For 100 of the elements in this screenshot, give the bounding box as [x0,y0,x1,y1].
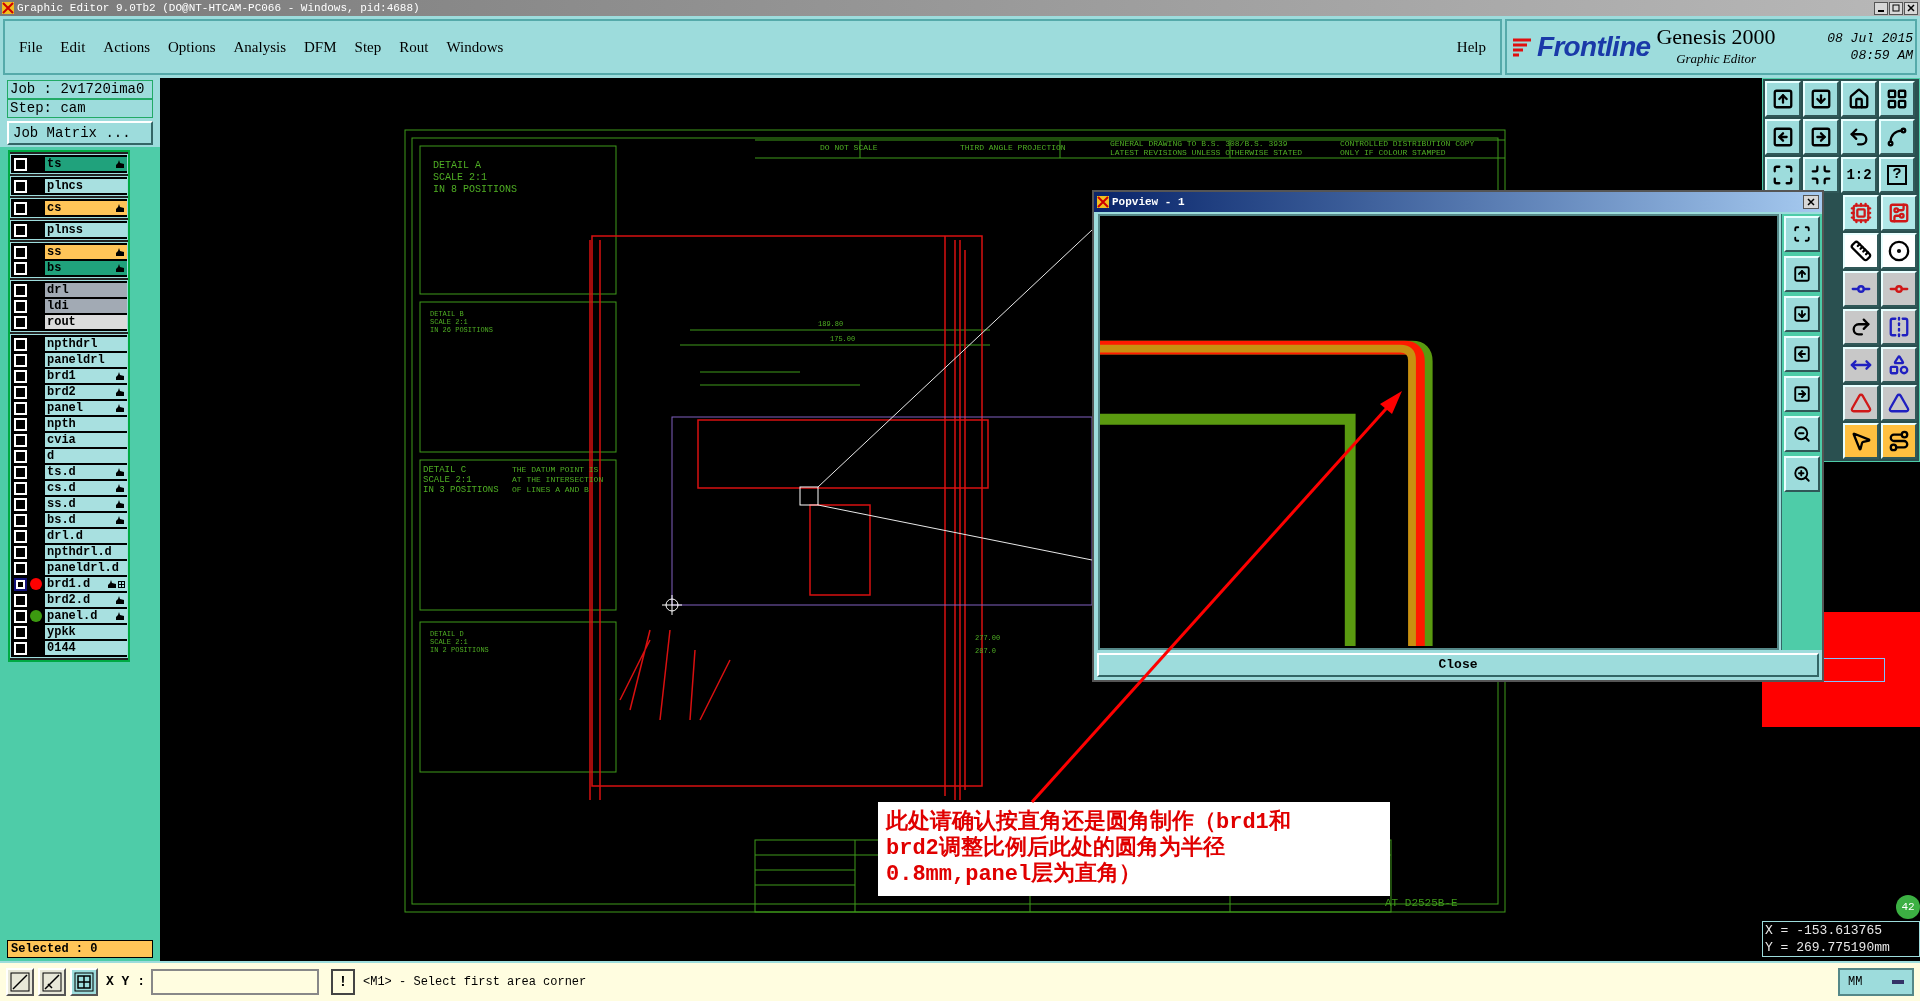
toolbar-button[interactable] [1843,195,1879,231]
menu-item[interactable]: Windows [446,35,504,59]
box-left-icon [1793,345,1811,363]
toolbar-button[interactable] [1843,233,1879,269]
layer-name[interactable]: paneldrl [45,353,127,367]
layer-name[interactable]: ldi [45,299,127,313]
menu-item[interactable]: Analysis [233,35,287,59]
toolbar-button[interactable] [1881,195,1917,231]
layer-name[interactable]: ts [45,157,127,171]
view-button[interactable] [1784,296,1820,332]
layer-name[interactable]: npth [45,417,127,431]
layer-name[interactable]: panel [45,401,127,415]
menu-item[interactable]: Actions [103,35,150,59]
dropdown-icon [1892,979,1904,985]
alert-button[interactable]: ! [331,969,355,995]
toolbar-button[interactable]: ? [1879,157,1915,193]
toolbar-button[interactable] [1881,347,1917,383]
layer-name[interactable]: paneldrl.d [45,561,127,575]
toolbar-button[interactable] [1843,385,1879,421]
layer-name[interactable]: panel.d [45,609,127,623]
drawing-label: SCALE 2:1 [433,172,487,183]
toolbar-button[interactable] [1841,119,1877,155]
view-button[interactable] [1784,376,1820,412]
tool-button[interactable] [6,968,34,996]
toolbar-button[interactable] [1879,81,1915,117]
layer-name[interactable]: npthdrl [45,337,127,351]
units-dropdown[interactable]: MM [1838,968,1914,996]
layer-name[interactable]: plnss [45,223,127,237]
menu-item[interactable]: Step [354,35,382,59]
menu-item[interactable]: File [19,35,43,59]
layer-name[interactable]: cs [45,201,127,215]
toolbar-button[interactable] [1841,81,1877,117]
y-coordinate: Y = 269.775190mm [1765,939,1891,956]
hand-icon [115,203,125,213]
logo-mark-icon [1511,36,1533,58]
layer-name[interactable]: ss [45,245,127,259]
layer-name[interactable]: d [45,449,127,463]
toolbar-button[interactable] [1843,309,1879,345]
menu-item[interactable]: Rout [399,35,429,59]
layer-name[interactable]: brd1 [45,369,127,383]
toolbar-button[interactable] [1881,385,1917,421]
toolbar-button[interactable] [1765,119,1801,155]
close-button[interactable]: Close [1097,653,1819,677]
toolbar-button[interactable] [1879,119,1915,155]
xy-input-field[interactable] [151,969,319,995]
layer-name[interactable]: bs [45,261,127,275]
layer-name[interactable]: plncs [45,179,127,193]
tool-button[interactable] [38,968,66,996]
layer-name[interactable]: brd1.d [45,577,127,591]
toolbar-button[interactable]: 1:2 [1841,157,1877,193]
layer-name[interactable]: bs.d [45,513,127,527]
toolbar-button[interactable] [1881,233,1917,269]
drawing-label: IN 3 POSITIONS [423,485,499,495]
layer-name[interactable]: brd2 [45,385,127,399]
maximize-button[interactable] [1889,1,1903,15]
toolbar-button[interactable] [1881,309,1917,345]
layer-name[interactable]: brd2.d [45,593,127,607]
measure-icon [42,972,62,992]
toolbar-button[interactable] [1843,347,1879,383]
toolbar-button[interactable] [1803,119,1839,155]
grid-icon [1886,88,1908,110]
layer-name[interactable]: rout [45,315,127,329]
toolbar-button[interactable] [1803,81,1839,117]
drawing-label: IN 8 POSITIONS [433,184,517,195]
view-button[interactable] [1784,456,1820,492]
tool-button[interactable] [70,968,98,996]
layer-name[interactable]: drl [45,283,127,297]
minimize-button[interactable] [1874,1,1888,15]
toolbar-button[interactable] [1881,423,1917,459]
toolbar-button[interactable] [1765,157,1801,193]
layer-name[interactable]: cs.d [45,481,127,495]
close-button[interactable] [1904,1,1918,15]
layer-name[interactable]: drl.d [45,529,127,543]
menu-item[interactable]: Edit [60,35,86,59]
toolbar-button[interactable] [1803,157,1839,193]
close-button[interactable] [1803,195,1819,209]
view-button[interactable] [1784,336,1820,372]
layer-name[interactable]: npthdrl.d [45,545,127,559]
view-button[interactable] [1784,416,1820,452]
popview-title: Popview - 1 [1112,194,1185,210]
annotation-callout: 此处请确认按直角还是圆角制作（brd1和brd2调整比例后此处的圆角为半径0.8mm,panel层为直角） [878,802,1390,896]
layer-name[interactable]: ts.d [45,465,127,479]
layer-checkbox[interactable] [14,577,27,591]
menu-item[interactable]: Help [1456,35,1486,59]
layer-name[interactable]: ss.d [45,497,127,511]
menu-item[interactable]: Options [168,35,216,59]
toolbar-button[interactable] [1843,423,1879,459]
view-button[interactable] [1784,256,1820,292]
job-matrix-button[interactable]: Job Matrix ... [7,121,153,145]
toolbar-button[interactable] [1843,271,1879,307]
toolbar-button[interactable] [1765,81,1801,117]
layer-name[interactable]: ypkk [45,625,127,639]
layer-name[interactable]: 0144 [45,641,127,655]
time-text: 08:59 AM [1850,47,1913,64]
toolbar-button[interactable] [1881,271,1917,307]
view-button[interactable] [1784,216,1820,252]
triangle-icon [1850,392,1872,414]
menu-item[interactable]: DFM [304,35,337,59]
window-title: Graphic Editor 9.0Tb2 (DO@NT-HTCAM-PC066 - Windows, pid:4688) [17,2,420,14]
layer-name[interactable]: cvia [45,433,127,447]
